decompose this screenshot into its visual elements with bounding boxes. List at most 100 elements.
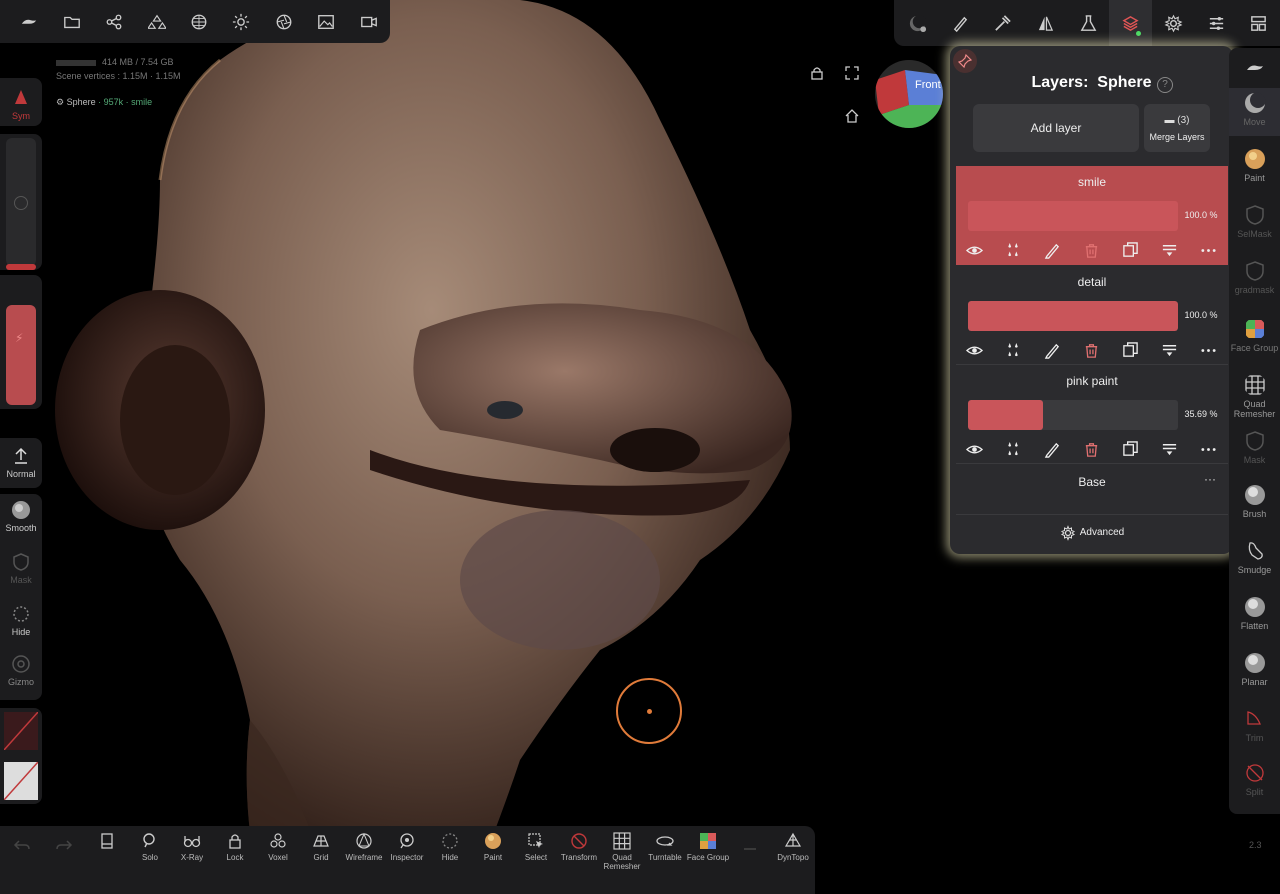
xray-button[interactable]: X-Ray xyxy=(170,832,214,862)
tool-flatten[interactable]: Flatten xyxy=(1229,596,1280,631)
advanced-button[interactable]: Advanced xyxy=(956,514,1228,550)
object-info[interactable]: ⚙ Sphere · 957k · smile xyxy=(56,97,152,108)
more-icon[interactable] xyxy=(1196,338,1220,362)
folder-icon[interactable] xyxy=(50,0,92,43)
material-sphere-icon[interactable] xyxy=(896,0,939,46)
aperture-icon[interactable] xyxy=(263,0,305,43)
orientation-cube[interactable]: Front xyxy=(875,60,943,128)
duplicate-icon[interactable] xyxy=(1118,338,1142,362)
globe-icon[interactable] xyxy=(178,0,220,43)
eye-icon[interactable] xyxy=(962,238,986,262)
more-icon[interactable] xyxy=(1196,437,1220,461)
trash-icon[interactable] xyxy=(1079,437,1103,461)
video-camera-icon[interactable] xyxy=(348,0,390,43)
gear-icon[interactable] xyxy=(1152,0,1195,46)
hammer-icon[interactable] xyxy=(981,0,1024,46)
flask-icon[interactable] xyxy=(1067,0,1110,46)
image-icon[interactable] xyxy=(305,0,347,43)
symmetry-toggle[interactable]: Sym xyxy=(0,78,42,126)
eye-icon[interactable] xyxy=(962,437,986,461)
hide-tool-button[interactable]: Hide xyxy=(428,832,472,862)
base-layer-row[interactable]: Base ··· xyxy=(956,468,1228,508)
merge-down-icon[interactable] xyxy=(1157,238,1181,262)
more-tools-icon[interactable] xyxy=(728,840,772,861)
pencil-icon[interactable] xyxy=(1040,238,1064,262)
smooth-button[interactable]: Smooth xyxy=(0,500,42,533)
transform-button[interactable]: Transform xyxy=(557,832,601,862)
secondary-color-swatch[interactable] xyxy=(3,761,39,801)
symmetry-icon[interactable] xyxy=(1024,0,1067,46)
tool-split[interactable]: Split xyxy=(1229,762,1280,797)
quad-remesher-button[interactable]: Quad Remesher xyxy=(600,832,644,871)
merge-layers-button[interactable]: ▬ (3) Merge Layers xyxy=(1144,104,1210,152)
tool-planar[interactable]: Planar xyxy=(1229,652,1280,687)
layer-row[interactable]: detail 100.0 % xyxy=(956,266,1228,365)
drops-icon[interactable] xyxy=(1001,338,1025,362)
eye-icon[interactable] xyxy=(962,338,986,362)
layer-row[interactable]: smile 100.0 % xyxy=(956,166,1228,265)
dyntopo-button[interactable]: DynTopo xyxy=(771,832,815,862)
pin-icon[interactable] xyxy=(953,49,977,73)
merge-down-icon[interactable] xyxy=(1157,338,1181,362)
scene-tree-icon[interactable] xyxy=(1237,0,1280,46)
fullscreen-icon[interactable] xyxy=(841,62,863,84)
tool-face-group[interactable]: Face Group xyxy=(1229,318,1280,353)
tool-selmask[interactable]: SelMask xyxy=(1229,204,1280,239)
tool-quad-remesher[interactable]: Quad Remesher xyxy=(1229,374,1280,419)
merge-down-icon[interactable] xyxy=(1157,437,1181,461)
shapes-icon[interactable] xyxy=(135,0,177,43)
tool-move[interactable]: Move xyxy=(1229,88,1280,136)
duplicate-icon[interactable] xyxy=(1118,437,1142,461)
menu-icon[interactable] xyxy=(85,832,129,853)
tool-trim[interactable]: Trim xyxy=(1229,708,1280,743)
layers-icon[interactable] xyxy=(1109,0,1153,46)
share-nodes-icon[interactable] xyxy=(93,0,135,43)
logo-icon[interactable] xyxy=(8,0,50,43)
add-layer-button[interactable]: Add layer xyxy=(973,104,1139,152)
trash-icon[interactable] xyxy=(1079,338,1103,362)
lock-button[interactable]: Lock xyxy=(213,832,257,862)
paint-tool-button[interactable]: Paint xyxy=(471,832,515,862)
pencil-icon[interactable] xyxy=(1040,437,1064,461)
radius-slider[interactable] xyxy=(0,134,42,270)
voxel-button[interactable]: Voxel xyxy=(256,832,300,862)
layer-intensity-slider[interactable] xyxy=(968,400,1178,430)
drops-icon[interactable] xyxy=(1001,238,1025,262)
normal-button[interactable]: Normal xyxy=(0,438,42,488)
undo-icon[interactable] xyxy=(0,836,44,857)
tool-smudge[interactable]: Smudge xyxy=(1229,540,1280,575)
tool-gradmask[interactable]: gradmask xyxy=(1229,260,1280,295)
tool-paint[interactable]: Paint xyxy=(1229,148,1280,183)
drops-icon[interactable] xyxy=(1001,437,1025,461)
sliders-icon[interactable] xyxy=(1195,0,1238,46)
gizmo-button[interactable]: Gizmo xyxy=(0,654,42,687)
layer-intensity-slider[interactable] xyxy=(968,301,1178,331)
layer-row[interactable]: pink paint 35.69 % xyxy=(956,365,1228,464)
sun-icon[interactable] xyxy=(220,0,262,43)
redo-icon[interactable] xyxy=(42,836,86,857)
base-more-icon[interactable]: ··· xyxy=(1204,472,1216,486)
layer-intensity-slider[interactable] xyxy=(968,201,1178,231)
tool-brush[interactable]: Brush xyxy=(1229,484,1280,519)
hide-button[interactable]: Hide xyxy=(0,604,42,637)
face-group-button[interactable]: Face Group xyxy=(686,832,730,862)
tool-mask[interactable]: Mask xyxy=(1229,430,1280,465)
primary-color-swatch[interactable] xyxy=(3,711,39,751)
intensity-slider[interactable]: ⚡ xyxy=(0,275,42,409)
brush-icon[interactable] xyxy=(939,0,982,46)
grid-button[interactable]: Grid xyxy=(299,832,343,862)
radius-handle[interactable] xyxy=(6,264,36,270)
home-icon[interactable] xyxy=(841,105,863,127)
wireframe-button[interactable]: Wireframe xyxy=(342,832,386,862)
duplicate-icon[interactable] xyxy=(1118,238,1142,262)
more-icon[interactable] xyxy=(1196,238,1220,262)
solo-button[interactable]: Solo xyxy=(128,832,172,862)
turntable-button[interactable]: Turntable xyxy=(643,832,687,862)
pencil-icon[interactable] xyxy=(1040,338,1064,362)
help-icon[interactable]: ? xyxy=(1157,77,1173,93)
mask-button[interactable]: Mask xyxy=(0,552,42,585)
select-button[interactable]: Select xyxy=(514,832,558,862)
trash-icon[interactable] xyxy=(1079,238,1103,262)
inspector-button[interactable]: Inspector xyxy=(385,832,429,862)
lock-view-icon[interactable] xyxy=(806,62,828,84)
